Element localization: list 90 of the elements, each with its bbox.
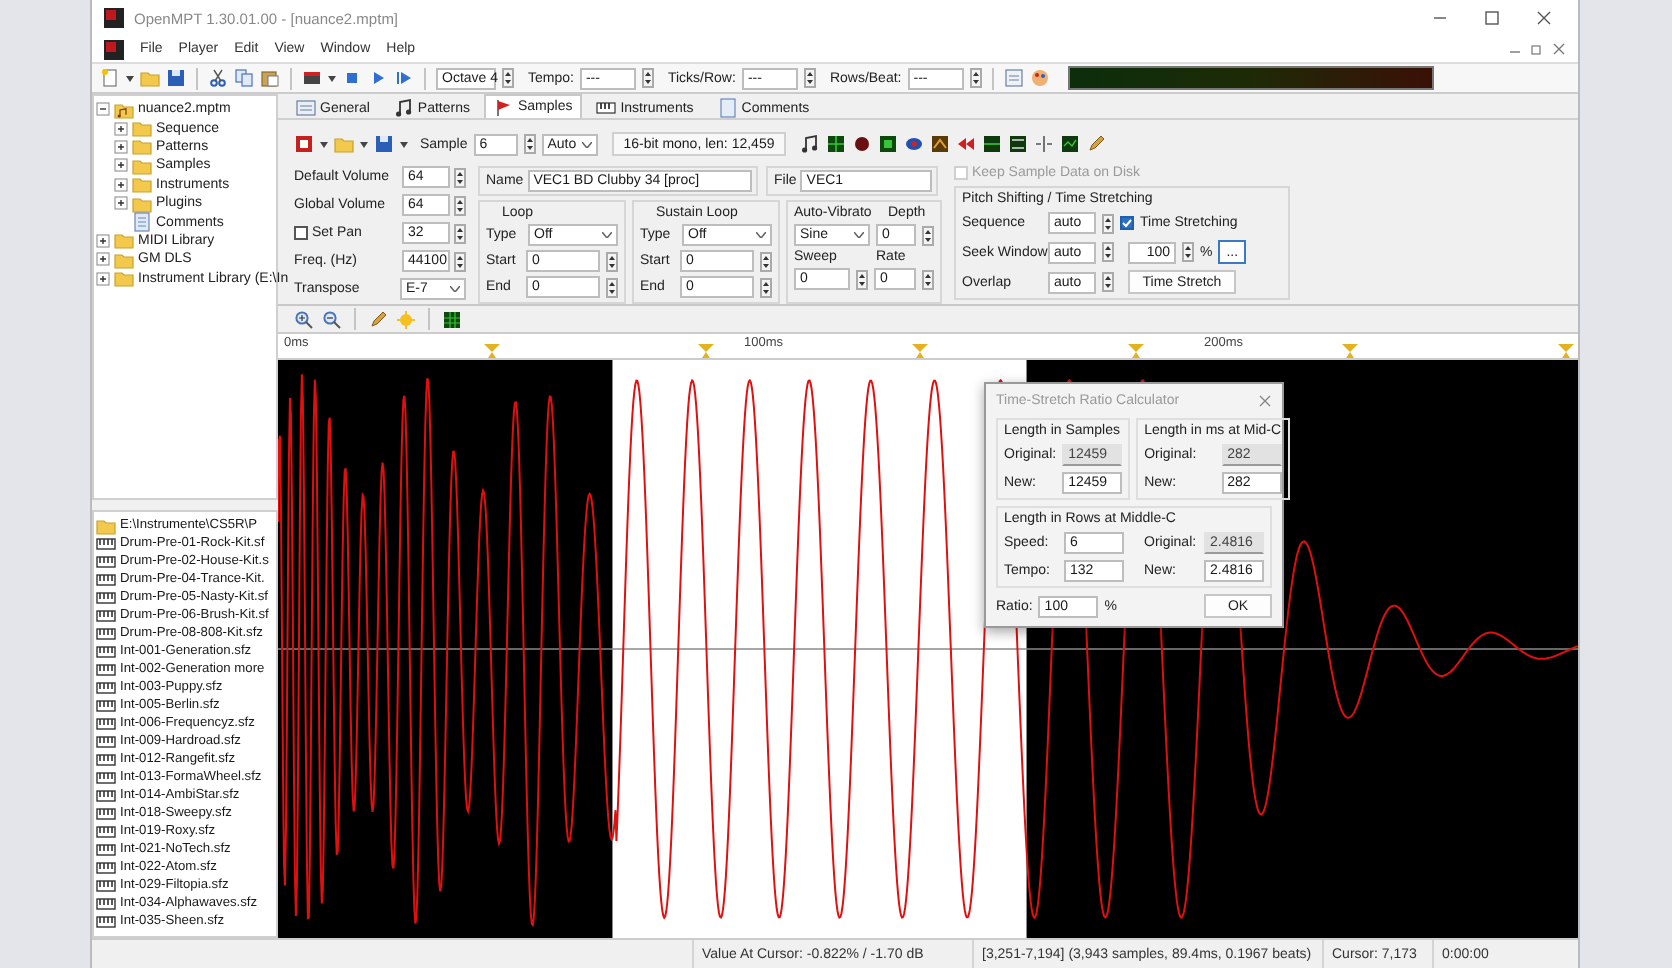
zoom-out-icon[interactable] — [322, 309, 342, 329]
new-sample-icon[interactable] — [294, 134, 314, 154]
general-icon — [296, 98, 316, 118]
spin-buttons[interactable] — [1102, 213, 1114, 233]
expander-icon[interactable] — [114, 177, 128, 192]
spin-buttons[interactable] — [502, 68, 514, 88]
grid-tool-icon[interactable] — [930, 134, 951, 154]
spin-buttons[interactable] — [641, 68, 654, 88]
reverse-icon[interactable] — [956, 134, 977, 154]
app-logo-icon — [104, 8, 124, 28]
zoom-in-icon[interactable] — [294, 309, 314, 329]
folder-icon — [114, 249, 134, 270]
grid-tool-icon[interactable] — [1008, 134, 1029, 154]
document-icon — [717, 98, 738, 118]
song-folder-icon — [114, 99, 134, 120]
expander-icon[interactable] — [114, 139, 128, 154]
folder-icon — [132, 155, 152, 176]
spin-buttons[interactable] — [922, 225, 934, 245]
checkbox[interactable] — [1120, 216, 1134, 230]
save-icon[interactable] — [166, 68, 186, 88]
keyboard-icon — [596, 98, 617, 118]
expander-icon[interactable] — [96, 271, 110, 286]
dropdown-caret-icon[interactable] — [126, 75, 134, 81]
folder-icon — [132, 174, 152, 195]
spin-buttons[interactable] — [1102, 272, 1114, 292]
expander-icon[interactable] — [114, 158, 128, 173]
spin-buttons[interactable] — [1102, 242, 1114, 262]
spin-buttons[interactable] — [1182, 242, 1194, 262]
spin-buttons[interactable] — [760, 277, 772, 297]
folder-icon — [96, 515, 116, 535]
close-icon[interactable] — [1552, 42, 1566, 56]
eye-icon[interactable] — [904, 134, 925, 154]
expander-icon[interactable] — [114, 121, 128, 136]
checkbox[interactable] — [294, 226, 308, 240]
midi-record-icon[interactable] — [302, 68, 322, 88]
spin-buttons[interactable] — [606, 277, 618, 297]
paste-icon[interactable] — [260, 68, 280, 88]
close-icon[interactable] — [1258, 394, 1272, 408]
dropdown-caret-icon[interactable] — [328, 75, 336, 81]
spin-buttons[interactable] — [922, 269, 934, 289]
grid-tool-icon[interactable] — [442, 309, 462, 329]
folder-icon — [114, 230, 134, 251]
spin-buttons[interactable] — [454, 251, 466, 271]
spin-buttons[interactable] — [454, 223, 466, 243]
expander-icon[interactable] — [96, 102, 110, 117]
close-icon[interactable] — [1534, 8, 1554, 28]
expander-icon[interactable] — [96, 252, 110, 267]
scissors-icon[interactable] — [208, 68, 228, 88]
grid-tool-icon[interactable] — [1060, 134, 1081, 154]
spin-buttons[interactable] — [856, 269, 868, 289]
spin-buttons[interactable] — [523, 134, 536, 154]
folder-icon — [132, 193, 152, 214]
dropdown-caret-icon[interactable] — [602, 232, 612, 238]
play-from-start-icon[interactable] — [394, 68, 414, 88]
dropdown-caret-icon[interactable] — [320, 141, 328, 147]
dropdown-caret-icon[interactable] — [400, 141, 408, 147]
app-logo-icon — [104, 39, 124, 59]
spin-buttons[interactable] — [760, 251, 772, 271]
save-icon[interactable] — [374, 134, 394, 154]
spin-buttons[interactable] — [803, 68, 816, 88]
spin-buttons[interactable] — [606, 251, 618, 271]
music-note-icon — [393, 98, 414, 118]
spin-buttons[interactable] — [454, 195, 466, 215]
folder-icon — [132, 118, 152, 139]
dropdown-caret-icon[interactable] — [854, 232, 864, 238]
flag-icon — [493, 97, 514, 117]
grid-tool-icon[interactable] — [878, 134, 899, 154]
dot-icon[interactable] — [852, 134, 873, 154]
folder-icon — [132, 136, 152, 157]
dropdown-caret-icon[interactable] — [756, 232, 766, 238]
stop-icon[interactable] — [342, 68, 362, 88]
document-icon — [132, 212, 152, 233]
dropdown-caret-icon[interactable] — [581, 141, 592, 147]
dropdown-caret-icon[interactable] — [360, 141, 368, 147]
split-icon[interactable] — [1034, 134, 1055, 154]
folder-icon — [114, 268, 134, 289]
expander-icon[interactable] — [96, 233, 110, 248]
copy-icon[interactable] — [234, 68, 254, 88]
play-icon[interactable] — [368, 68, 388, 88]
grid-tool-icon[interactable] — [982, 134, 1003, 154]
spin-buttons[interactable] — [969, 68, 982, 88]
maximize-icon[interactable] — [1482, 8, 1502, 28]
palette-icon[interactable] — [1029, 68, 1050, 88]
pencil-icon[interactable] — [368, 309, 388, 329]
spin-buttons[interactable] — [454, 167, 466, 187]
music-note-icon[interactable] — [800, 134, 821, 154]
expander-icon[interactable] — [114, 196, 128, 211]
dropdown-caret-icon[interactable] — [450, 286, 460, 292]
pencil-icon[interactable] — [1086, 134, 1107, 154]
grid-tool-icon[interactable] — [826, 134, 847, 154]
